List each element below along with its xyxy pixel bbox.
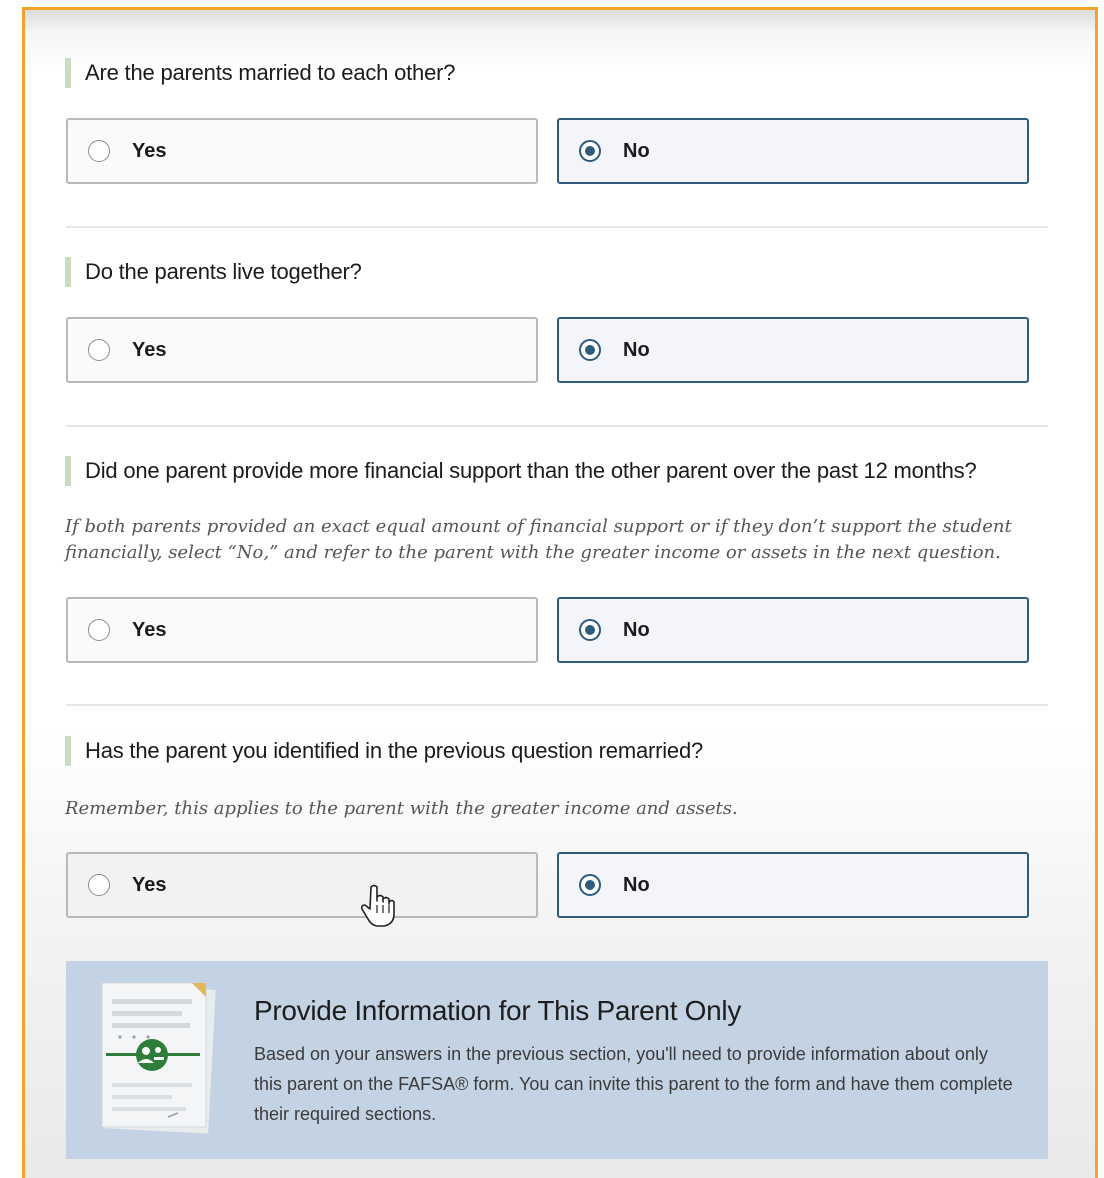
option-label: No xyxy=(623,873,650,896)
divider xyxy=(66,425,1048,427)
question-label: Has the parent you identified in the pre… xyxy=(85,738,704,763)
question-label: Do the parents live together? xyxy=(85,259,362,284)
question-hint: Remember, this applies to the parent wit… xyxy=(65,798,738,819)
radio-button-checked[interactable] xyxy=(579,874,601,896)
option-label: Yes xyxy=(132,139,167,162)
info-title: Provide Information for This Parent Only xyxy=(254,995,742,1026)
option-label: No xyxy=(623,338,650,361)
radio-button[interactable] xyxy=(88,140,110,162)
option-live-together-no[interactable]: No xyxy=(557,317,1029,383)
screenshot-frame: Are the parents married to each other? Y… xyxy=(22,7,1098,1178)
question-marker xyxy=(65,456,71,486)
option-live-together-yes[interactable]: Yes xyxy=(66,317,538,383)
radio-button[interactable] xyxy=(88,874,110,896)
option-financial-support-no[interactable]: No xyxy=(557,597,1029,663)
radio-button-checked[interactable] xyxy=(579,619,601,641)
option-remarried-yes[interactable]: Yes xyxy=(66,852,538,918)
radio-button-checked[interactable] xyxy=(579,339,601,361)
option-label: Yes xyxy=(132,338,167,361)
option-label: No xyxy=(623,618,650,641)
radio-button-checked[interactable] xyxy=(579,140,601,162)
divider xyxy=(66,704,1048,706)
question-financial-support: Did one parent provide more financial su… xyxy=(65,456,977,486)
option-married-no[interactable]: No xyxy=(557,118,1029,184)
question-married: Are the parents married to each other? xyxy=(65,58,455,88)
radio-button[interactable] xyxy=(88,339,110,361)
option-label: No xyxy=(623,139,650,162)
radio-button[interactable] xyxy=(88,619,110,641)
question-label: Are the parents married to each other? xyxy=(85,60,456,85)
option-financial-support-yes[interactable]: Yes xyxy=(66,597,538,663)
option-remarried-no[interactable]: No xyxy=(557,852,1029,918)
question-marker xyxy=(65,257,71,287)
divider xyxy=(66,226,1048,228)
info-callout: Provide Information for This Parent Only… xyxy=(66,961,1048,1159)
option-label: Yes xyxy=(132,618,167,641)
info-body: Based on your answers in the previous se… xyxy=(254,1044,1013,1124)
question-live-together: Do the parents live together? xyxy=(65,257,362,287)
question-label: Did one parent provide more financial su… xyxy=(85,458,977,483)
question-marker xyxy=(65,736,71,766)
question-remarried: Has the parent you identified in the pre… xyxy=(65,736,703,766)
hand-cursor-icon xyxy=(361,884,395,927)
option-label: Yes xyxy=(132,873,167,896)
question-marker xyxy=(65,58,71,88)
option-married-yes[interactable]: Yes xyxy=(66,118,538,184)
question-hint: If both parents provided an exact equal … xyxy=(65,516,1012,563)
document-parent-icon xyxy=(101,982,216,1134)
